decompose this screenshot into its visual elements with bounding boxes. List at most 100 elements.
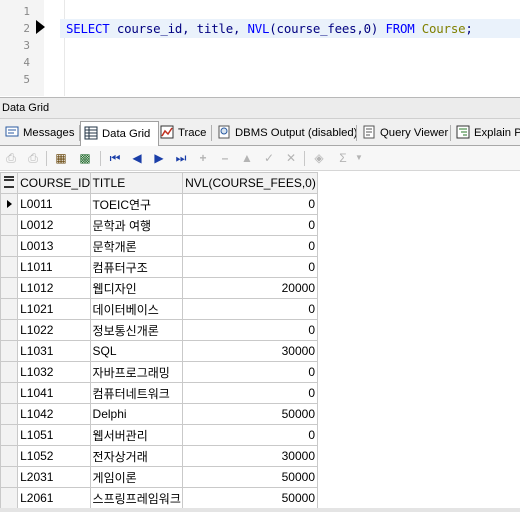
row-indicator[interactable] [0, 382, 19, 404]
cell-course-id[interactable]: L1012 [17, 277, 91, 299]
table-row[interactable]: L2031 게임이론 50000 [0, 466, 318, 488]
cell-title[interactable]: SQL [89, 340, 184, 362]
cell-course-fees[interactable]: 50000 [182, 466, 318, 488]
cell-course-id[interactable]: L1011 [17, 256, 91, 278]
cell-course-fees[interactable]: 30000 [182, 445, 318, 467]
chevron-down-icon[interactable]: ▼ [350, 149, 368, 167]
row-indicator[interactable] [0, 340, 19, 362]
cell-course-fees[interactable]: 50000 [182, 403, 318, 425]
edit-record-icon[interactable]: ▲ [238, 149, 256, 167]
cell-title[interactable]: TOEIC연구 [89, 193, 184, 215]
cell-course-fees[interactable]: 0 [182, 361, 318, 383]
filter-icon[interactable]: ◈ [310, 149, 328, 167]
cell-course-fees[interactable]: 0 [182, 214, 318, 236]
post-edit-icon[interactable]: ✓ [260, 149, 278, 167]
row-indicator[interactable] [0, 256, 19, 278]
row-indicator[interactable] [0, 445, 19, 467]
cell-title[interactable]: 게임이론 [89, 466, 184, 488]
cell-course-fees[interactable]: 50000 [182, 487, 318, 509]
cell-title[interactable]: 컴퓨터구조 [89, 256, 184, 278]
insert-record-icon[interactable]: + [194, 149, 212, 167]
grid-corner-icon[interactable] [0, 172, 19, 194]
table-row[interactable]: L1041 컴퓨터네트워크 0 [0, 382, 318, 404]
last-record-icon[interactable]: ⏭ [172, 149, 190, 167]
current-row-indicator-icon[interactable] [0, 193, 19, 215]
table-row[interactable]: L1032 자바프로그래밍 0 [0, 361, 318, 383]
row-indicator[interactable] [0, 235, 19, 257]
tab-explain-plan[interactable]: Explain Pl [453, 122, 520, 144]
cell-course-fees[interactable]: 30000 [182, 340, 318, 362]
cancel-edit-icon[interactable]: ✕ [282, 149, 300, 167]
cell-title[interactable]: 컴퓨터네트워크 [89, 382, 184, 404]
cell-course-id[interactable]: L2061 [17, 487, 91, 509]
cell-course-id[interactable]: L1051 [17, 424, 91, 446]
cell-title[interactable]: 문학개론 [89, 235, 184, 257]
sql-editor[interactable]: 1 2 3 4 5 SELECT course_id, title, NVL(c… [0, 0, 520, 96]
table-row[interactable]: L1012 웹디자인 20000 [0, 277, 318, 299]
column-header-title[interactable]: TITLE [89, 172, 184, 194]
cell-title[interactable]: 스프링프레임워크 [89, 487, 184, 509]
table-row[interactable]: L1021 데이터베이스 0 [0, 298, 318, 320]
cell-course-id[interactable]: L1021 [17, 298, 91, 320]
cell-title[interactable]: 문학과 여행 [89, 214, 184, 236]
tab-dbms-output[interactable]: DBMS Output (disabled) [214, 122, 357, 144]
print-icon[interactable]: ⎙ [2, 149, 20, 167]
cell-course-fees[interactable]: 0 [182, 298, 318, 320]
results-grid[interactable]: COURSE_ID TITLE NVL(COURSE_FEES,0) L0011… [0, 172, 318, 509]
cell-title[interactable]: 웹서버관리 [89, 424, 184, 446]
cell-course-id[interactable]: L2031 [17, 466, 91, 488]
row-indicator[interactable] [0, 319, 19, 341]
cell-course-id[interactable]: L1042 [17, 403, 91, 425]
row-indicator[interactable] [0, 361, 19, 383]
grid-horizontal-scroll-area[interactable] [0, 508, 520, 512]
table-row[interactable]: L2061 스프링프레임워크 50000 [0, 487, 318, 509]
cell-course-id[interactable]: L1031 [17, 340, 91, 362]
row-indicator[interactable] [0, 487, 19, 509]
table-row[interactable]: L1031 SQL 30000 [0, 340, 318, 362]
tab-data-grid[interactable]: Data Grid [80, 121, 159, 146]
cell-course-fees[interactable]: 0 [182, 256, 318, 278]
row-indicator[interactable] [0, 466, 19, 488]
save-grid-icon[interactable]: ▩ [76, 149, 94, 167]
cell-title[interactable]: 데이터베이스 [89, 298, 184, 320]
cell-course-fees[interactable]: 0 [182, 235, 318, 257]
first-record-icon[interactable]: ⏮ [106, 149, 124, 167]
cell-course-id[interactable]: L1032 [17, 361, 91, 383]
tab-query-viewer[interactable]: Query Viewer [359, 122, 448, 144]
export-icon[interactable]: ▦ [52, 149, 70, 167]
cell-course-fees[interactable]: 0 [182, 319, 318, 341]
row-indicator[interactable] [0, 277, 19, 299]
cell-title[interactable]: 정보통신개론 [89, 319, 184, 341]
cell-title[interactable]: Delphi [89, 403, 184, 425]
table-row[interactable]: L0012 문학과 여행 0 [0, 214, 318, 236]
print-preview-icon[interactable]: ⎙ [24, 149, 42, 167]
table-row[interactable]: L1011 컴퓨터구조 0 [0, 256, 318, 278]
table-row[interactable]: L0011 TOEIC연구 0 [0, 193, 318, 215]
delete-record-icon[interactable]: – [216, 149, 234, 167]
column-header-course-id[interactable]: COURSE_ID [17, 172, 91, 194]
tab-messages[interactable]: Messages [2, 122, 75, 144]
sql-statement-line[interactable]: SELECT course_id, title, NVL(course_fees… [66, 19, 473, 38]
column-header-nvl-course-fees[interactable]: NVL(COURSE_FEES,0) [182, 172, 318, 194]
table-row[interactable]: L1052 전자상거래 30000 [0, 445, 318, 467]
cell-course-id[interactable]: L0013 [17, 235, 91, 257]
cell-title[interactable]: 웹디자인 [89, 277, 184, 299]
cell-course-id[interactable]: L1022 [17, 319, 91, 341]
cell-title[interactable]: 자바프로그래밍 [89, 361, 184, 383]
row-indicator[interactable] [0, 403, 19, 425]
table-row[interactable]: L1022 정보통신개론 0 [0, 319, 318, 341]
cell-course-fees[interactable]: 0 [182, 193, 318, 215]
row-indicator[interactable] [0, 424, 19, 446]
previous-record-icon[interactable]: ◀ [128, 149, 146, 167]
next-record-icon[interactable]: ▶ [150, 149, 168, 167]
row-indicator[interactable] [0, 214, 19, 236]
table-row[interactable]: L0013 문학개론 0 [0, 235, 318, 257]
cell-course-fees[interactable]: 20000 [182, 277, 318, 299]
table-row[interactable]: L1051 웹서버관리 0 [0, 424, 318, 446]
tab-trace[interactable]: Trace [157, 122, 206, 144]
cell-course-id[interactable]: L1052 [17, 445, 91, 467]
cell-title[interactable]: 전자상거래 [89, 445, 184, 467]
cell-course-fees[interactable]: 0 [182, 382, 318, 404]
cell-course-id[interactable]: L0011 [17, 193, 91, 215]
row-indicator[interactable] [0, 298, 19, 320]
